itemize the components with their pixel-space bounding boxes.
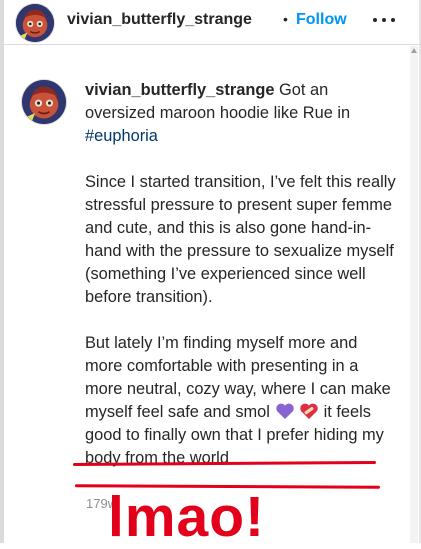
header-username[interactable]: vivian_butterfly_strange <box>67 11 252 29</box>
follow-button[interactable]: Follow <box>296 11 347 29</box>
caption-avatar[interactable] <box>22 80 66 124</box>
mending-heart-icon <box>300 403 318 419</box>
separator-dot: • <box>283 11 288 27</box>
window-left-edge <box>0 0 4 543</box>
avatar[interactable] <box>16 4 54 42</box>
purple-heart-icon <box>275 403 294 419</box>
profile-picture-icon <box>22 80 66 124</box>
scrollbar[interactable] <box>410 46 418 543</box>
header-divider <box>4 44 419 45</box>
caption-paragraph-1: vivian_butterfly_strange Got an oversize… <box>85 79 397 148</box>
hashtag-link[interactable]: #euphoria <box>85 127 158 145</box>
post-header: vivian_butterfly_strange • Follow <box>4 0 419 44</box>
caption-paragraph-3: But lately I’m finding myself more and m… <box>85 332 397 470</box>
more-options-icon[interactable] <box>371 10 397 28</box>
post-caption: vivian_butterfly_strange Got an oversize… <box>85 79 397 493</box>
overlay-caption-text: lmao! <box>108 485 266 549</box>
caption-username[interactable]: vivian_butterfly_strange <box>85 81 274 99</box>
caption-paragraph-2: Since I started transition, I’ve felt th… <box>85 173 396 306</box>
profile-picture-icon <box>16 4 54 42</box>
scroll-up-arrow-icon[interactable] <box>411 48 417 53</box>
